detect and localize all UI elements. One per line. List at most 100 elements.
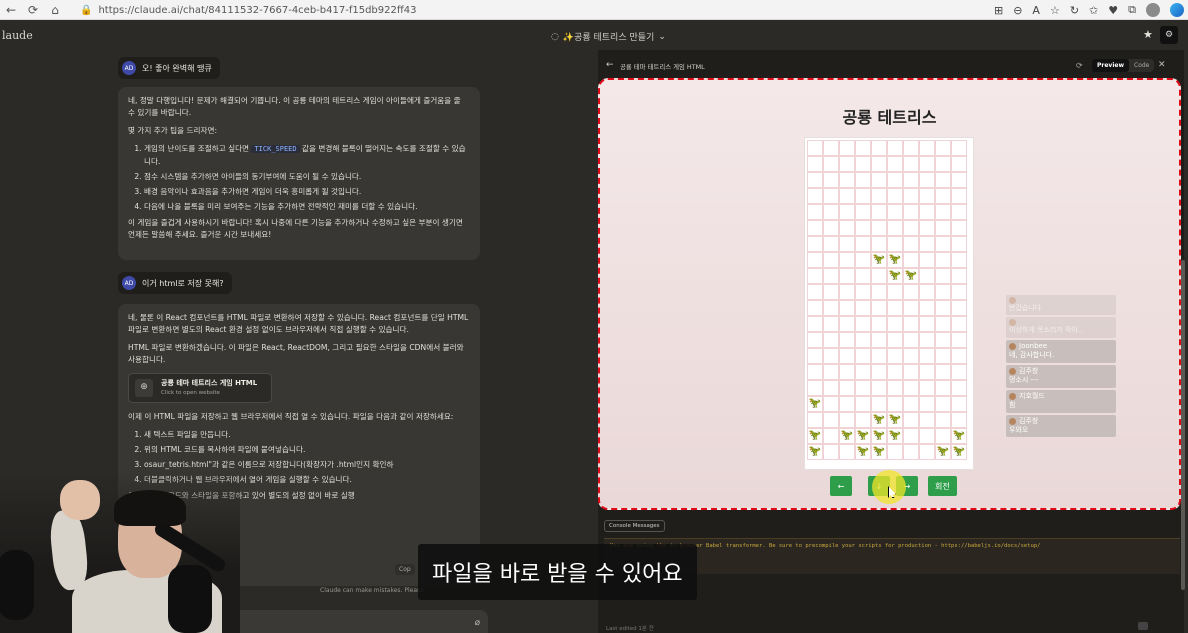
board-cell <box>951 172 967 188</box>
dino-block: 🦖 <box>903 268 919 284</box>
user-message: AD 이거 html로 저장 못해? <box>118 272 232 294</box>
paperclip-icon[interactable]: ⌀ <box>475 618 480 628</box>
board-cell <box>903 284 919 300</box>
board-cell <box>807 156 823 172</box>
list-item: 새 텍스트 파일을 만듭니다. <box>144 429 470 441</box>
tab-code[interactable]: Code <box>1129 59 1154 72</box>
star-icon[interactable]: ★ <box>1143 28 1153 41</box>
tips-list: 게임의 난이도를 조절하고 싶다면 TICK_SPEED 값을 변경해 블록이 … <box>128 143 470 213</box>
board-cell <box>871 188 887 204</box>
tetris-board[interactable]: 🦖 🦖 🦖 🦖 🦖 🦖 🦖 🦖 🦖 🦖 🦖 🦖 🦖 🦖 🦖 🦖 🦖 🦖 <box>804 137 974 470</box>
reload-icon[interactable]: ⟳ <box>22 0 44 20</box>
board-cell <box>919 284 935 300</box>
close-icon[interactable]: ✕ <box>1158 60 1166 70</box>
zoom-icon[interactable]: ⊖ <box>1013 4 1022 17</box>
board-cell <box>919 300 935 316</box>
board-cell <box>951 236 967 252</box>
board-cell <box>935 348 951 364</box>
board-cell <box>807 284 823 300</box>
dino-block: 🦖 <box>887 412 903 428</box>
board-cell <box>919 140 935 156</box>
copy-button[interactable]: Cop <box>395 564 415 575</box>
split-screen-icon[interactable]: ⊞ <box>994 4 1003 17</box>
board-cell <box>935 172 951 188</box>
board-cell <box>919 364 935 380</box>
board-cell <box>839 140 855 156</box>
board-cell <box>935 188 951 204</box>
brand-logo[interactable]: laude <box>2 29 33 42</box>
board-cell <box>903 364 919 380</box>
artifact-header: ← 공룡 테마 테트리스 게임 HTML ⟳ Preview Code ✕ <box>598 58 1184 76</box>
board-cell <box>935 380 951 396</box>
live-chat-author: 지호월드 <box>1009 392 1113 401</box>
tabs-icon[interactable]: ⧉ <box>1128 3 1136 17</box>
board-cell <box>951 316 967 332</box>
disclaimer-text: Claude can make mistakes. Please <box>320 587 424 594</box>
board-cell <box>855 156 871 172</box>
refresh-extension-icon[interactable]: ↻ <box>1070 4 1079 17</box>
board-cell <box>807 332 823 348</box>
console-toggle-button[interactable] <box>1138 622 1148 630</box>
board-cell <box>903 236 919 252</box>
board-cell <box>823 252 839 268</box>
board-cell <box>871 220 887 236</box>
profile-avatar[interactable] <box>1146 3 1160 17</box>
artifact-title: 공룡 테마 테트리스 게임 HTML <box>161 378 258 387</box>
board-cell <box>855 396 871 412</box>
board-cell <box>839 332 855 348</box>
board-cell <box>823 300 839 316</box>
rotate-button[interactable]: 회전 <box>928 476 957 496</box>
board-cell <box>935 140 951 156</box>
edge-logo-icon[interactable] <box>1170 3 1184 17</box>
board-cell <box>807 412 823 428</box>
board-cell <box>903 300 919 316</box>
board-cell <box>823 396 839 412</box>
heart-extension-icon[interactable]: ♥ <box>1108 4 1118 17</box>
board-cell <box>951 364 967 380</box>
board-cell <box>935 300 951 316</box>
board-cell <box>919 220 935 236</box>
chat-title[interactable]: ◌ ✨공룡 테트리스 만들기 ⌄ <box>551 30 666 44</box>
streamer-hair <box>114 490 186 526</box>
board-cell <box>855 252 871 268</box>
sliders-icon[interactable]: ⚙ <box>1160 26 1178 44</box>
board-cell <box>823 220 839 236</box>
board-cell <box>871 300 887 316</box>
board-cell <box>903 444 919 460</box>
board-cell <box>887 204 903 220</box>
board-cell <box>887 316 903 332</box>
chat-input-box[interactable]: ⌀ <box>230 610 488 633</box>
back-icon[interactable]: ← <box>0 0 22 20</box>
home-icon[interactable]: ⌂ <box>44 0 66 20</box>
move-left-button[interactable]: ← <box>830 476 852 496</box>
read-aloud-icon[interactable]: A <box>1032 4 1040 17</box>
live-chat-author: 김주창 <box>1009 367 1113 376</box>
board-cell <box>807 220 823 236</box>
tab-preview[interactable]: Preview <box>1092 59 1130 72</box>
user-message-text: 이거 html로 저장 못해? <box>142 278 224 288</box>
live-chat-text: 우와오 <box>1009 425 1029 434</box>
game-preview: 공룡 테트리스 🦖🦖🦖🦖🦖🦖🦖🦖🦖🦖🦖🦖🦖🦖🦖🦖🦖🦖 ← ↓ → 회전 반갑습니… <box>598 78 1181 510</box>
console-footer: Last edited 1분 전 <box>606 626 654 632</box>
live-chat-text: 이상하게 목소리가 작아.. <box>1009 326 1083 335</box>
address-bar[interactable]: 🔒 https://claude.ai/chat/84111532-7667-4… <box>80 2 880 18</box>
live-chat-message: Joonbee 네, 감사합니다. <box>1006 339 1116 363</box>
board-cell <box>807 380 823 396</box>
live-chat-name: 지호월드 <box>1019 391 1045 400</box>
artifact-card[interactable]: ⊕ 공룡 테마 테트리스 게임 HTML Click to open websi… <box>128 372 272 403</box>
console-messages-tab[interactable]: Console Messages <box>604 520 665 532</box>
live-chat-message: 김주창 멍소시 ‑‑‑ <box>1006 364 1116 388</box>
refresh-icon[interactable]: ⟳ <box>1076 61 1083 70</box>
board-cell <box>855 412 871 428</box>
collections-icon[interactable]: ✩ <box>1089 4 1098 17</box>
board-cell <box>951 140 967 156</box>
dino-block: 🦖 <box>807 444 823 460</box>
video-subtitle: 파일을 바로 받을 수 있어요 <box>418 544 697 600</box>
live-chat-author: 김주창 <box>1009 417 1113 426</box>
microphone <box>0 550 34 620</box>
board-cell <box>855 236 871 252</box>
favorite-icon[interactable]: ☆ <box>1050 4 1060 17</box>
back-arrow-icon[interactable]: ← <box>606 60 614 70</box>
live-chat-name: 김주창 <box>1019 366 1039 375</box>
scrollbar[interactable] <box>1181 260 1185 590</box>
